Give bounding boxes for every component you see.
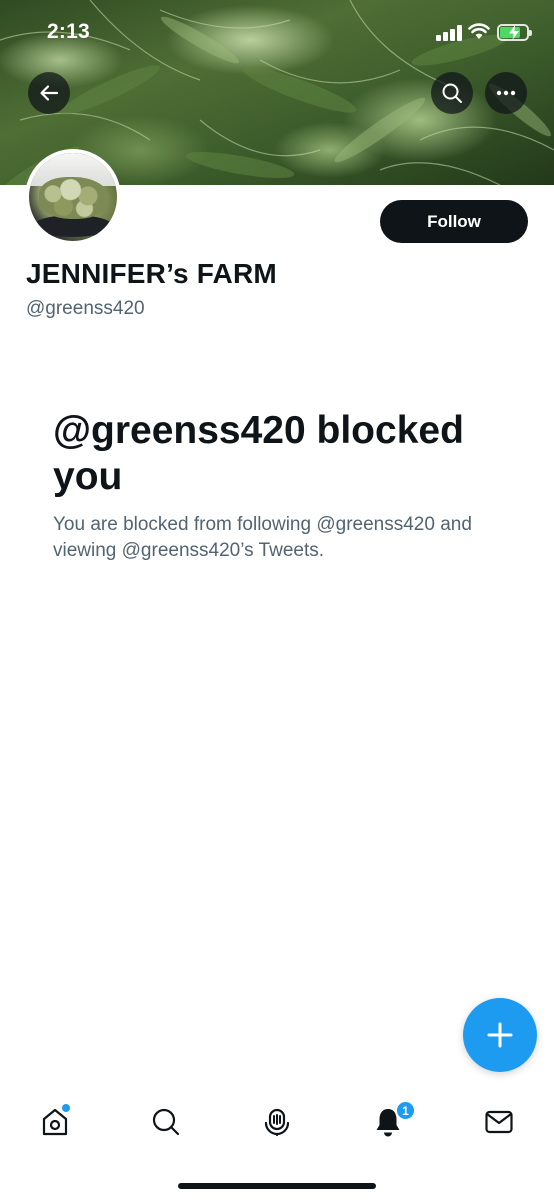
nav-spaces-tab[interactable] bbox=[252, 1102, 302, 1142]
status-time: 2:13 bbox=[47, 20, 90, 43]
follow-button[interactable]: Follow bbox=[380, 200, 528, 243]
home-unread-dot bbox=[62, 1104, 70, 1112]
mail-icon bbox=[485, 1110, 513, 1134]
more-horizontal-icon bbox=[496, 90, 516, 96]
nav-notifications-tab[interactable]: 1 bbox=[363, 1100, 416, 1142]
cellular-signal-icon bbox=[436, 25, 462, 41]
search-icon bbox=[152, 1108, 180, 1136]
charging-bolt-icon bbox=[509, 25, 519, 40]
more-button[interactable] bbox=[485, 72, 527, 114]
display-name: JENNIFER’s FARM bbox=[26, 258, 277, 289]
search-icon bbox=[442, 83, 462, 103]
nav-search-tab[interactable] bbox=[141, 1102, 191, 1142]
notifications-badge: 1 bbox=[395, 1100, 416, 1121]
spaces-icon bbox=[264, 1108, 290, 1137]
arrow-left-icon bbox=[40, 85, 59, 101]
blocked-title: @greenss420 blocked you bbox=[53, 409, 464, 498]
status-bar: 2:13 bbox=[0, 0, 554, 64]
back-button[interactable] bbox=[28, 72, 70, 114]
avatar[interactable] bbox=[25, 149, 121, 245]
home-indicator[interactable] bbox=[178, 1183, 376, 1189]
plus-icon bbox=[487, 1022, 513, 1048]
nav-messages-tab[interactable] bbox=[474, 1102, 524, 1142]
battery-icon bbox=[497, 24, 532, 41]
profile-handle: @greenss420 bbox=[26, 298, 145, 319]
compose-tweet-button[interactable] bbox=[463, 998, 537, 1072]
avatar-buds-shape bbox=[39, 177, 109, 219]
wifi-icon bbox=[468, 23, 490, 39]
header-search-button[interactable] bbox=[431, 72, 473, 114]
blocked-description: You are blocked from following @greenss4… bbox=[53, 514, 472, 561]
nav-home-tab[interactable] bbox=[30, 1102, 80, 1142]
